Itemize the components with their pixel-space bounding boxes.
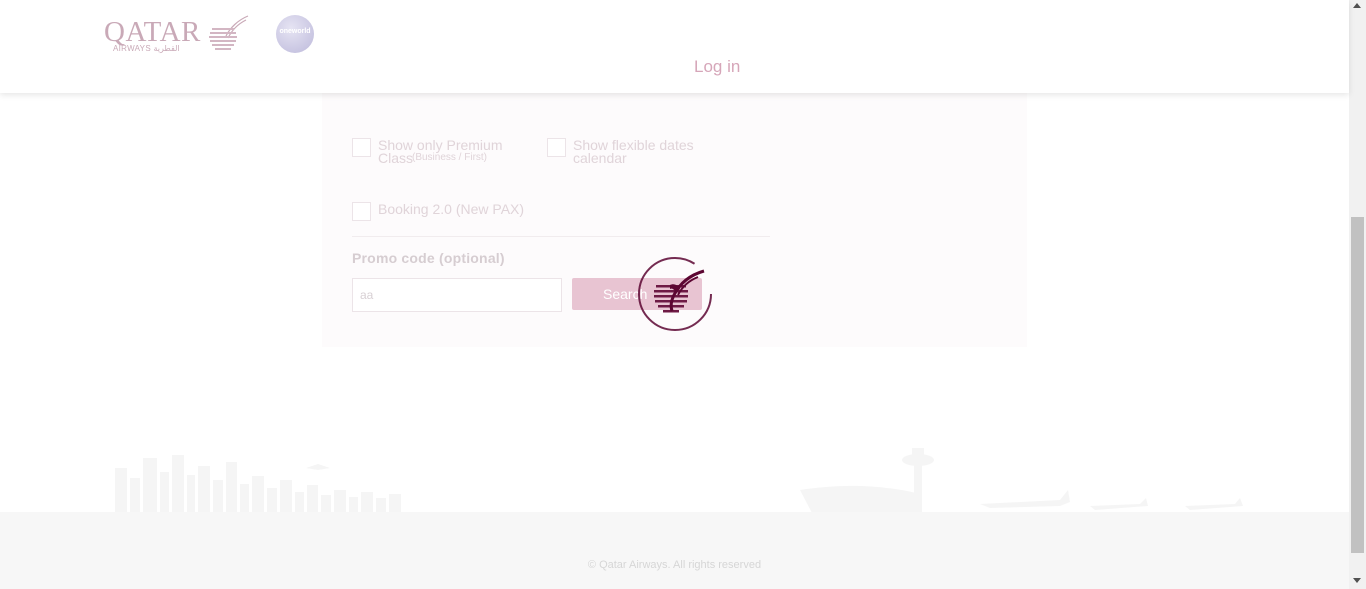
booking-2-checkbox[interactable] — [352, 202, 371, 221]
flexible-dates-checkbox[interactable] — [547, 138, 566, 157]
section-divider — [352, 236, 770, 237]
premium-class-sublabel: (Business / First) — [412, 152, 488, 163]
qatar-airways-logo[interactable]: QATAR AIRWAYS القطرية — [104, 14, 250, 56]
login-link[interactable]: Log in — [694, 57, 740, 77]
promo-code-input[interactable]: aa — [352, 278, 562, 312]
qatar-oryx-logo-icon — [209, 15, 249, 50]
premium-class-checkbox[interactable] — [352, 138, 371, 157]
logo-subtitle: AIRWAYS القطرية — [113, 44, 180, 53]
copyright-text: © Qatar Airways. All rights reserved — [587, 559, 762, 571]
scroll-up-icon[interactable] — [1353, 3, 1361, 8]
promo-code-label: Promo code (optional) — [352, 250, 505, 266]
page-scrollbar[interactable] — [1349, 0, 1366, 589]
site-footer: © Qatar Airways. All rights reserved — [0, 512, 1349, 589]
flexible-dates-label: Show flexible dates calendar — [573, 137, 694, 166]
booking-2-option[interactable]: Booking 2.0 (New PAX) — [352, 202, 524, 221]
oneworld-label: oneworld — [279, 28, 311, 35]
scroll-down-icon[interactable] — [1353, 578, 1361, 583]
qatar-oryx-spinner-icon — [638, 257, 712, 331]
booking-2-label: Booking 2.0 (New PAX) — [378, 201, 525, 217]
site-header: QATAR AIRWAYS القطرية oneworld Log in — [0, 0, 1349, 93]
oneworld-logo[interactable]: oneworld — [276, 15, 314, 53]
scrollbar-thumb[interactable] — [1351, 217, 1364, 553]
flexible-dates-option[interactable]: Show flexible dates calendar — [547, 138, 703, 165]
skyline-decoration — [115, 448, 1243, 513]
